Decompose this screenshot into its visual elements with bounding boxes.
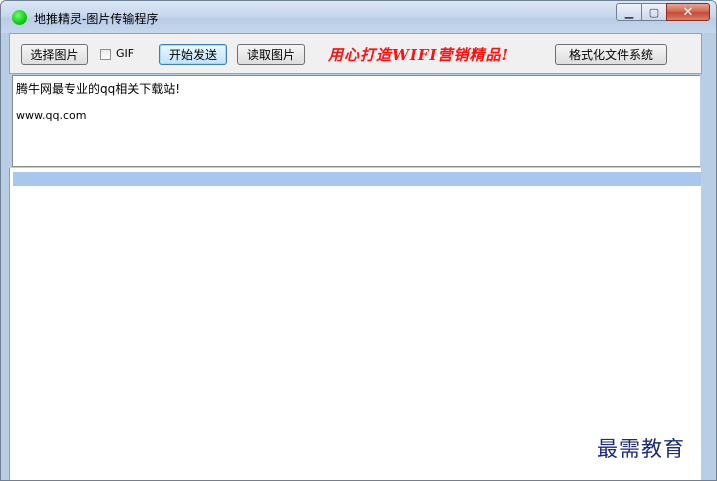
gif-checkbox-label[interactable]: GIF — [116, 47, 134, 60]
maximize-button[interactable]: ▢ — [641, 3, 667, 21]
minimize-icon: ▁ — [624, 5, 634, 19]
gif-checkbox[interactable] — [100, 49, 111, 60]
maximize-icon: ▢ — [648, 5, 660, 19]
app-window: 地推精灵-图片传输程序 ▁ ▢ ✕ 选择图片 GIF 开始发送 读取图片 用心打… — [0, 0, 717, 481]
close-icon: ✕ — [682, 4, 694, 20]
window-title: 地推精灵-图片传输程序 — [34, 12, 159, 26]
toolbar: 选择图片 GIF 开始发送 读取图片 用心打造WIFI营销精品! 格式化文件系统 — [9, 33, 702, 74]
read-image-button[interactable]: 读取图片 — [237, 44, 305, 65]
log-line: 腾牛网最专业的qq相关下载站! — [16, 82, 181, 96]
log-line: www.qq.com — [16, 109, 87, 122]
list-item-selected[interactable] — [13, 172, 701, 186]
slogan-text: 用心打造WIFI营销精品! — [328, 46, 510, 64]
start-send-button[interactable]: 开始发送 — [159, 44, 227, 65]
app-status-icon — [12, 10, 27, 25]
minimize-button[interactable]: ▁ — [616, 3, 642, 21]
close-button[interactable]: ✕ — [666, 3, 710, 21]
window-controls: ▁ ▢ ✕ — [616, 3, 710, 23]
log-textbox[interactable]: 腾牛网最专业的qq相关下载站! www.qq.com — [12, 75, 700, 167]
title-bar[interactable]: 地推精灵-图片传输程序 ▁ ▢ ✕ — [1, 1, 716, 33]
watermark-text: 最需教育 — [597, 437, 685, 461]
format-filesystem-button[interactable]: 格式化文件系统 — [555, 44, 667, 65]
select-image-button[interactable]: 选择图片 — [21, 44, 88, 65]
